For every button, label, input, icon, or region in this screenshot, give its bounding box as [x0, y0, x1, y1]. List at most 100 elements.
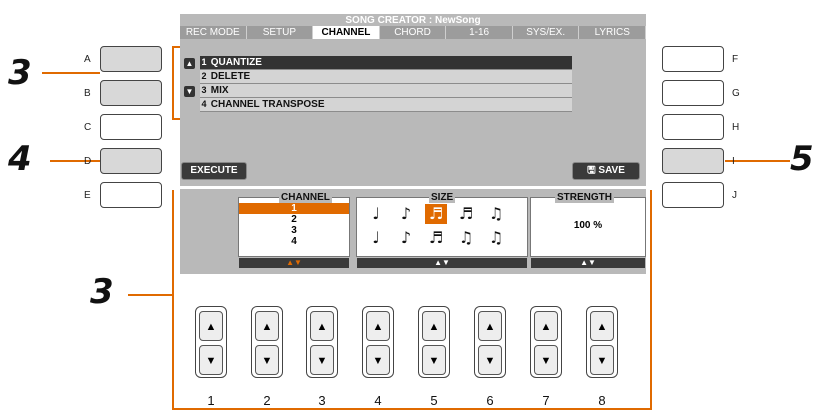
side-button-d[interactable] — [100, 148, 162, 174]
tab-lyrics[interactable]: LYRICS — [579, 26, 647, 39]
hw-up-arrow-icon[interactable]: ▲ — [199, 311, 223, 341]
leader-line — [42, 72, 100, 74]
hardware-label-1: 1 — [207, 393, 215, 408]
hardware-button-4[interactable]: ▲ ▼ — [362, 306, 394, 378]
note-quarter-triplet-icon[interactable]: ♩ — [365, 228, 387, 248]
note-eighth-triplet-icon[interactable]: ♪ — [395, 228, 417, 248]
note-eighth-icon[interactable]: ♪ — [395, 204, 417, 224]
screen-title: SONG CREATOR : NewSong — [180, 14, 646, 26]
channel-option-4[interactable]: 4 — [239, 236, 349, 247]
menu-item-mix[interactable]: 3 MIX — [200, 84, 572, 98]
menu-item-delete[interactable]: 2 DELETE — [200, 70, 572, 84]
hardware-button-3[interactable]: ▲ ▼ — [306, 306, 338, 378]
tab-chord[interactable]: CHORD — [379, 26, 447, 39]
menu-item-quantize[interactable]: 1 QUANTIZE — [200, 56, 572, 70]
size-group: SIZE ♩ ♪ ♬ ♬ ♫ ♩ ♪ ♬ ♫ ♫ ▲▼ — [356, 192, 528, 268]
tab-setup[interactable]: SETUP — [246, 26, 314, 39]
hardware-button-5[interactable]: ▲ ▼ — [418, 306, 450, 378]
hardware-label-2: 2 — [263, 393, 271, 408]
side-label-f: F — [732, 54, 739, 65]
triangle-up-icon: ▲ — [185, 59, 194, 68]
side-label-c: C — [84, 122, 92, 133]
side-button-b[interactable] — [100, 80, 162, 106]
side-button-h[interactable] — [662, 114, 724, 140]
side-button-i[interactable] — [662, 148, 724, 174]
note-quarter-icon[interactable]: ♩ — [365, 204, 387, 224]
note-combo-icon[interactable]: ♫ — [455, 228, 477, 248]
save-button[interactable]: 🖫 SAVE — [572, 162, 640, 180]
up-down-icon: ▲▼ — [434, 258, 450, 267]
hw-up-arrow-icon[interactable]: ▲ — [310, 311, 334, 341]
hardware-label-7: 7 — [542, 393, 550, 408]
note-combo2-icon[interactable]: ♫ — [485, 228, 507, 248]
parameter-panel: CHANNEL 1 2 3 4 ▲▼ SIZE ♩ ♪ ♬ ♬ ♫ ♩ ♪ ♬ … — [180, 189, 646, 274]
note-swing-icon[interactable]: ♫ — [485, 204, 507, 224]
hw-down-arrow-icon[interactable]: ▼ — [422, 345, 446, 375]
hw-up-arrow-icon[interactable]: ▲ — [422, 311, 446, 341]
hardware-button-6[interactable]: ▲ ▼ — [474, 306, 506, 378]
side-label-d: D — [84, 156, 92, 167]
step-number-5: 5 — [790, 139, 814, 179]
size-adjust-bar[interactable]: ▲▼ — [357, 258, 527, 268]
hardware-button-7[interactable]: ▲ ▼ — [530, 306, 562, 378]
step-number-4: 4 — [8, 139, 32, 179]
side-button-f[interactable] — [662, 46, 724, 72]
strength-adjust-bar[interactable]: ▲▼ — [531, 258, 645, 268]
hardware-label-4: 4 — [374, 393, 382, 408]
hw-down-arrow-icon[interactable]: ▼ — [478, 345, 502, 375]
leader-line — [128, 294, 173, 296]
tab-sys-ex[interactable]: SYS/EX. — [512, 26, 580, 39]
scroll-down-button[interactable]: ▼ — [184, 86, 195, 97]
lcd-screen: SONG CREATOR : NewSong REC MODE SETUP CH… — [180, 14, 647, 186]
hardware-button-1[interactable]: ▲ ▼ — [195, 306, 227, 378]
channel-title: CHANNEL — [279, 192, 332, 203]
scroll-up-button[interactable]: ▲ — [184, 58, 195, 69]
size-title: SIZE — [429, 192, 456, 203]
hw-up-arrow-icon[interactable]: ▲ — [534, 311, 558, 341]
tab-channel[interactable]: CHANNEL — [313, 26, 380, 39]
hw-up-arrow-icon[interactable]: ▲ — [478, 311, 502, 341]
side-button-c[interactable] — [100, 114, 162, 140]
channel-adjust-bar[interactable]: ▲▼ — [239, 258, 349, 268]
hardware-label-8: 8 — [598, 393, 606, 408]
channel-option-3[interactable]: 3 — [239, 225, 349, 236]
hw-down-arrow-icon[interactable]: ▼ — [590, 345, 614, 375]
channel-group: CHANNEL 1 2 3 4 ▲▼ — [238, 192, 350, 268]
hw-down-arrow-icon[interactable]: ▼ — [199, 345, 223, 375]
side-label-j: J — [732, 190, 737, 201]
tab-rec-mode[interactable]: REC MODE — [180, 26, 247, 39]
execute-button[interactable]: EXECUTE — [181, 162, 247, 180]
channel-option-1[interactable]: 1 — [239, 203, 349, 214]
hardware-button-8[interactable]: ▲ ▼ — [586, 306, 618, 378]
leader-line — [50, 160, 100, 162]
step-number-3-top: 3 — [8, 53, 32, 93]
hw-down-arrow-icon[interactable]: ▼ — [310, 345, 334, 375]
hw-up-arrow-icon[interactable]: ▲ — [366, 311, 390, 341]
side-button-a[interactable] — [100, 46, 162, 72]
leader-line — [650, 190, 652, 410]
menu-item-channel-transpose[interactable]: 4 CHANNEL TRANSPOSE — [200, 98, 572, 112]
side-label-b: B — [84, 88, 91, 99]
strength-group: STRENGTH 100 % ▲▼ — [530, 192, 646, 268]
hw-down-arrow-icon[interactable]: ▼ — [366, 345, 390, 375]
up-down-icon: ▲▼ — [580, 258, 596, 267]
hw-up-arrow-icon[interactable]: ▲ — [255, 311, 279, 341]
note-thirtysecond-icon[interactable]: ♬ — [455, 204, 477, 224]
hardware-button-2[interactable]: ▲ ▼ — [251, 306, 283, 378]
side-button-j[interactable] — [662, 182, 724, 208]
step-number-3-bottom: 3 — [90, 272, 114, 312]
side-label-h: H — [732, 122, 740, 133]
note-sixteenth-icon[interactable]: ♬ — [425, 204, 447, 224]
triangle-down-icon: ▼ — [185, 87, 194, 96]
side-button-e[interactable] — [100, 182, 162, 208]
note-sixteenth-triplet-icon[interactable]: ♬ — [425, 228, 447, 248]
hw-down-arrow-icon[interactable]: ▼ — [255, 345, 279, 375]
tab-1-16[interactable]: 1-16 — [446, 26, 513, 39]
leader-line — [172, 190, 174, 410]
hw-up-arrow-icon[interactable]: ▲ — [590, 311, 614, 341]
operation-menu: 1 QUANTIZE 2 DELETE 3 MIX 4 CHANNEL TRAN… — [200, 56, 572, 112]
channel-option-2[interactable]: 2 — [239, 214, 349, 225]
side-label-i: I — [732, 156, 735, 167]
side-button-g[interactable] — [662, 80, 724, 106]
hw-down-arrow-icon[interactable]: ▼ — [534, 345, 558, 375]
